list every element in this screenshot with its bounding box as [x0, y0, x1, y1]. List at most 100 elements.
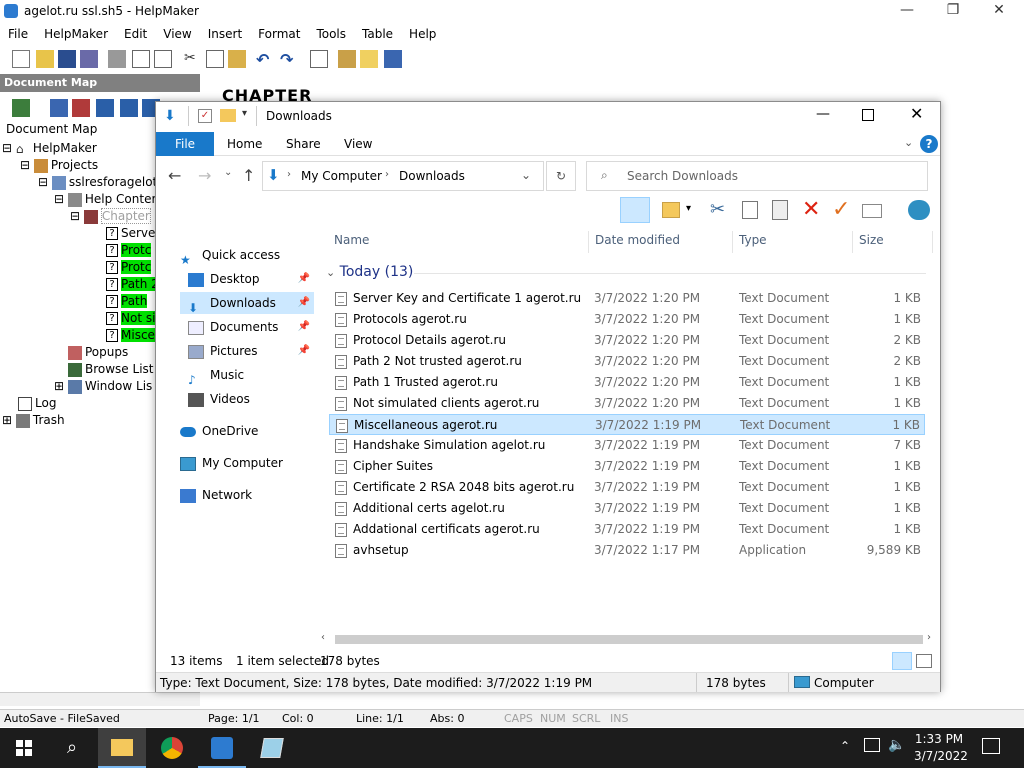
tree-chapter[interactable]: ⊟ Chapter — [70, 208, 151, 224]
tree-browse-list[interactable]: Browse List — [68, 362, 153, 377]
large-icons-view-icon[interactable] — [916, 654, 932, 668]
format-icon[interactable] — [310, 50, 328, 68]
add-topic-icon[interactable] — [12, 99, 30, 117]
table-row[interactable]: Server Key and Certificate 1 agerot.ru 3/… — [329, 288, 925, 309]
tree-topic[interactable]: ? Not si — [106, 311, 156, 325]
table-row[interactable]: Path 1 Trusted agerot.ru 3/7/2022 1:20 PM… — [329, 372, 925, 393]
notifications-icon[interactable] — [982, 738, 1000, 754]
clock-time[interactable]: 1:33 PM — [914, 732, 964, 746]
properties-icon[interactable]: ✓ — [198, 109, 212, 123]
column-name[interactable]: Name — [334, 233, 369, 247]
help-icon[interactable]: ? — [920, 135, 938, 153]
tab-home[interactable]: Home — [227, 137, 262, 151]
save-icon[interactable] — [58, 50, 76, 68]
preview-icon[interactable] — [132, 50, 150, 68]
close-button[interactable]: ✕ — [976, 2, 1022, 22]
scroll-right-icon[interactable]: › — [927, 632, 931, 643]
scroll-thumb[interactable] — [335, 635, 923, 644]
table-row[interactable]: Protocols agerot.ru 3/7/2022 1:20 PM Text … — [329, 309, 925, 330]
prev-icon[interactable] — [120, 99, 138, 117]
qat-dropdown-icon[interactable]: ▾ — [242, 108, 247, 119]
tree-log[interactable]: Log — [18, 396, 56, 411]
forward-icon[interactable]: → — [198, 166, 211, 185]
column-size[interactable]: Size — [859, 233, 884, 247]
rename-icon[interactable]: ✓ — [832, 197, 850, 222]
column-date-modified[interactable]: Date modified — [595, 233, 680, 247]
table-row[interactable]: Not simulated clients agerot.ru 3/7/2022 … — [329, 393, 925, 414]
tree-topic[interactable]: ? Misce — [106, 328, 155, 342]
edit-icon[interactable] — [50, 99, 68, 117]
tree-project[interactable]: ⊟ sslresforagelot — [38, 175, 157, 190]
back-icon[interactable]: ← — [168, 166, 181, 185]
copy-icon[interactable] — [742, 201, 758, 219]
nav-downloads[interactable]: ⬇ Downloads 📌 — [180, 292, 314, 315]
new-icon[interactable] — [12, 50, 30, 68]
nav-pictures[interactable]: Pictures 📌 — [188, 340, 314, 362]
up-icon[interactable]: ↑ — [242, 166, 255, 185]
help-icon[interactable] — [360, 50, 378, 68]
shell-icon[interactable] — [908, 200, 930, 220]
search-input[interactable]: ⌕ Search Downloads — [586, 161, 928, 191]
list-icon[interactable] — [72, 99, 90, 117]
paste-icon[interactable] — [228, 50, 246, 68]
address-bar[interactable]: ⬇ › My Computer › Downloads ⌄ — [262, 161, 544, 191]
address-segment[interactable]: My Computer — [301, 169, 382, 183]
nav-music[interactable]: ♪ Music — [188, 364, 314, 387]
ribbon-expand-icon[interactable]: ⌄ — [904, 136, 913, 149]
nav-videos[interactable]: Videos — [188, 388, 314, 410]
menu-view[interactable]: View — [155, 24, 199, 41]
tree-topic[interactable]: ? Path — [106, 294, 148, 308]
tab-file[interactable]: File — [156, 132, 214, 156]
pin-icon[interactable]: 📌 — [298, 292, 310, 314]
compile-icon[interactable] — [384, 50, 402, 68]
notepad-taskbar-button[interactable] — [248, 728, 296, 768]
pin-icon[interactable]: 📌 — [298, 268, 310, 290]
start-button[interactable] — [0, 728, 48, 768]
properties-icon[interactable] — [862, 204, 882, 218]
nav-desktop[interactable]: Desktop 📌 — [188, 268, 314, 290]
minimize-button[interactable]: — — [884, 2, 930, 22]
table-row[interactable]: Handshake Simulation agelot.ru 3/7/2022 1… — [329, 435, 925, 456]
tree-window-list[interactable]: ⊞ Window Lis — [54, 379, 152, 394]
delete-icon[interactable]: ✕ — [802, 197, 820, 222]
menu-tools[interactable]: Tools — [308, 24, 354, 41]
chevron-up-icon[interactable]: ⌃ — [840, 739, 850, 753]
nav-documents[interactable]: Documents 📌 — [188, 316, 314, 338]
helpmaker-taskbar-button[interactable] — [198, 728, 246, 768]
address-dropdown-icon[interactable]: ⌄ — [521, 168, 531, 182]
maximize-button[interactable]: ❐ — [930, 2, 976, 22]
tree-root[interactable]: ⊟ ⌂ HelpMaker — [2, 141, 97, 156]
table-row[interactable]: Path 2 Not trusted agerot.ru 3/7/2022 1:2… — [329, 351, 925, 372]
tree-topic[interactable]: ? Protc — [106, 243, 152, 257]
tree-topic[interactable]: ? Path 2 — [106, 277, 159, 291]
table-row[interactable]: Protocol Details agerot.ru 3/7/2022 1:20 … — [329, 330, 925, 351]
recent-locations-icon[interactable]: ⌄ — [224, 167, 232, 178]
copy-icon[interactable] — [206, 50, 224, 68]
menu-help[interactable]: Help — [401, 24, 444, 41]
tree-trash[interactable]: ⊞ Trash — [2, 413, 65, 428]
menu-insert[interactable]: Insert — [200, 24, 250, 41]
spellcheck-icon[interactable] — [154, 50, 172, 68]
address-segment[interactable]: Downloads — [399, 169, 465, 183]
tree-projects[interactable]: ⊟ Projects — [20, 158, 98, 173]
menu-file[interactable]: File — [0, 24, 36, 41]
group-header[interactable]: ⌄ Today (13) — [326, 264, 413, 280]
cut-icon[interactable]: ✂ — [184, 50, 202, 68]
redo-icon[interactable]: ↷ — [280, 50, 298, 69]
details-view-icon[interactable] — [892, 652, 912, 670]
menu-edit[interactable]: Edit — [116, 24, 155, 41]
explorer-maximize-button[interactable] — [862, 109, 874, 121]
menu-table[interactable]: Table — [354, 24, 401, 41]
tab-share[interactable]: Share — [286, 137, 321, 151]
nav-network[interactable]: Network — [180, 484, 314, 506]
undo-icon[interactable]: ↶ — [256, 50, 274, 69]
new-folder-icon[interactable] — [662, 202, 680, 218]
pin-icon[interactable]: 📌 — [298, 316, 310, 338]
explorer-close-button[interactable]: ✕ — [910, 104, 923, 123]
explorer-minimize-button[interactable]: — — [816, 106, 830, 122]
nav-my-computer[interactable]: My Computer — [180, 452, 314, 474]
chrome-taskbar-button[interactable] — [148, 728, 196, 768]
clock-date[interactable]: 3/7/2022 — [914, 749, 968, 763]
tree-topic[interactable]: ? Protc — [106, 260, 152, 274]
table-row[interactable]: Miscellaneous agerot.ru 3/7/2022 1:19 PM T… — [329, 414, 925, 435]
